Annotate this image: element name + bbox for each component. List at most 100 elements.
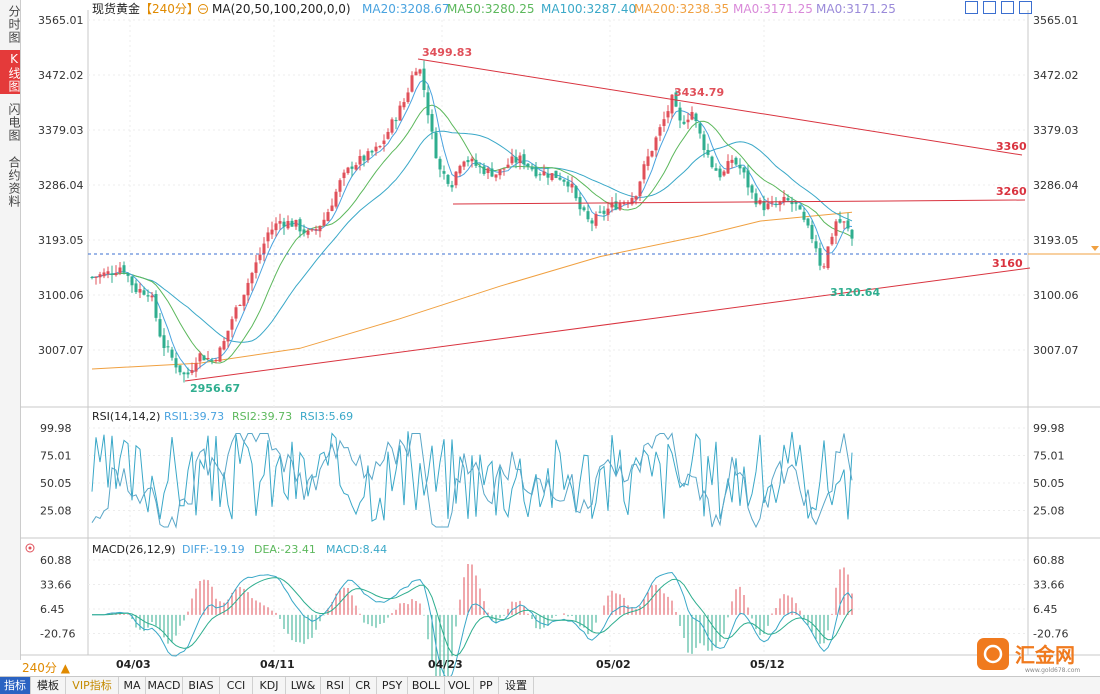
macd-dea: DEA:-23.41: [254, 543, 316, 556]
candle-body: [306, 230, 310, 235]
candle-body: [562, 179, 566, 182]
candle-body: [530, 168, 534, 170]
toolbar-btn-7[interactable]: KDJ: [253, 677, 286, 694]
trendline-lower[interactable]: [184, 267, 1031, 382]
candle-body: [746, 170, 750, 188]
date-tick-label: 04/11: [260, 658, 295, 671]
candle-body: [158, 319, 162, 337]
candle-body: [834, 221, 838, 236]
ma-legend-item: MA0:3171.25: [733, 2, 813, 16]
candle-body: [382, 140, 386, 144]
toolbar-btn-0[interactable]: 指标: [0, 677, 31, 694]
candle-body: [434, 132, 438, 159]
candle-body: [246, 282, 250, 296]
toolbar-btn-4[interactable]: MACD: [146, 677, 183, 694]
candle-body: [210, 360, 214, 362]
candle-body: [558, 177, 562, 180]
candle-body: [266, 232, 270, 242]
candle-body: [690, 111, 694, 120]
candle-body: [390, 119, 394, 133]
candle-body: [546, 173, 550, 178]
period-selector[interactable]: 240分 ▲: [22, 660, 70, 676]
candle-body: [666, 111, 670, 118]
candle-body: [102, 272, 106, 277]
candle-body: [522, 154, 526, 165]
kline-chart[interactable]: 现货黄金 【240分】 MA(20,50,100,200,0,0) MA20:3…: [0, 0, 1100, 676]
level-label-3360: 3360: [996, 140, 1027, 153]
ma-legend-item: MA0:3171.25: [816, 2, 896, 16]
candle-body: [662, 119, 666, 126]
candle-body: [422, 68, 426, 91]
candle-body: [302, 229, 306, 234]
fullscreen-icon[interactable]: [1019, 1, 1032, 14]
candle-body: [470, 158, 474, 162]
candle-body: [510, 156, 514, 164]
candle-body: [794, 202, 798, 204]
candle-body: [658, 127, 662, 136]
candle-body: [534, 167, 538, 177]
candle-body: [678, 107, 682, 121]
toolbar-btn-6[interactable]: CCI: [220, 677, 253, 694]
candle-body: [698, 123, 702, 134]
candle-body: [354, 165, 358, 170]
candle-body: [478, 166, 482, 168]
toolbar-btn-5[interactable]: BIAS: [183, 677, 220, 694]
macd-tick-label: 6.45: [1033, 603, 1058, 616]
macd-title: MACD(26,12,9): [92, 543, 176, 556]
candle-body: [514, 157, 518, 163]
price-axis-right: 3565.01 3472.02 3379.03 3286.04 3193.05 3100.…: [1033, 14, 1079, 357]
macd-histogram: [107, 564, 853, 676]
low-label-2: 3120.64: [830, 286, 880, 299]
toolbar-btn-3[interactable]: MA: [119, 677, 146, 694]
price-tick-label: 3565.01: [1033, 14, 1079, 27]
toolbar-btn-1[interactable]: 模板: [31, 677, 66, 694]
candle-body: [814, 241, 818, 249]
candle-body: [458, 165, 462, 174]
toolbar-btn-10[interactable]: CR: [350, 677, 377, 694]
candle-body: [646, 156, 650, 166]
trendline-middle[interactable]: [452, 199, 1026, 205]
candle-body: [786, 198, 790, 201]
candle-body: [262, 243, 266, 254]
toolbar-btn-9[interactable]: RSI: [321, 677, 350, 694]
ma-legend-item: MA200:3238.35: [634, 2, 729, 16]
candle-body: [134, 283, 138, 293]
zoom-in-icon[interactable]: [983, 1, 996, 14]
candle-body: [178, 365, 182, 373]
crosshair-icon[interactable]: [965, 1, 978, 14]
candle-body: [542, 171, 546, 176]
trendline-upper[interactable]: [417, 58, 1023, 156]
toolbar-btn-14[interactable]: PP: [474, 677, 499, 694]
candle-body: [726, 161, 730, 174]
candle-body: [650, 151, 654, 157]
candle-body: [126, 273, 130, 276]
candle-body: [774, 204, 778, 206]
candle-body: [482, 166, 486, 174]
toolbar-btn-2[interactable]: VIP指标: [66, 677, 119, 694]
toolbar-btn-11[interactable]: PSY: [377, 677, 408, 694]
candle-body: [734, 157, 738, 165]
candle-body: [326, 212, 330, 222]
candle-body: [90, 277, 94, 279]
toolbar-btn-15[interactable]: 设置: [499, 677, 534, 694]
macd-settings-icon[interactable]: [25, 543, 35, 553]
rsi-tick-label: 75.01: [1033, 450, 1065, 463]
date-tick-label: 04/23: [428, 658, 463, 671]
candle-body: [454, 171, 458, 186]
toolbar-btn-8[interactable]: LW&: [286, 677, 321, 694]
toolbar-btn-12[interactable]: BOLL: [408, 677, 445, 694]
candle-body: [570, 183, 574, 188]
candle-body: [314, 228, 318, 231]
price-tick-label: 3007.07: [1033, 344, 1079, 357]
candle-body: [506, 164, 510, 168]
zoom-out-icon[interactable]: [1001, 1, 1014, 14]
candle-body: [638, 181, 642, 197]
candle-body: [802, 211, 806, 220]
toolbar-btn-13[interactable]: VOL: [445, 677, 474, 694]
candle-body: [822, 266, 826, 268]
candle-body: [162, 335, 166, 348]
candle-body: [190, 370, 194, 373]
candle-body: [754, 193, 758, 205]
candle-body: [818, 248, 822, 266]
candle-body: [202, 355, 206, 361]
